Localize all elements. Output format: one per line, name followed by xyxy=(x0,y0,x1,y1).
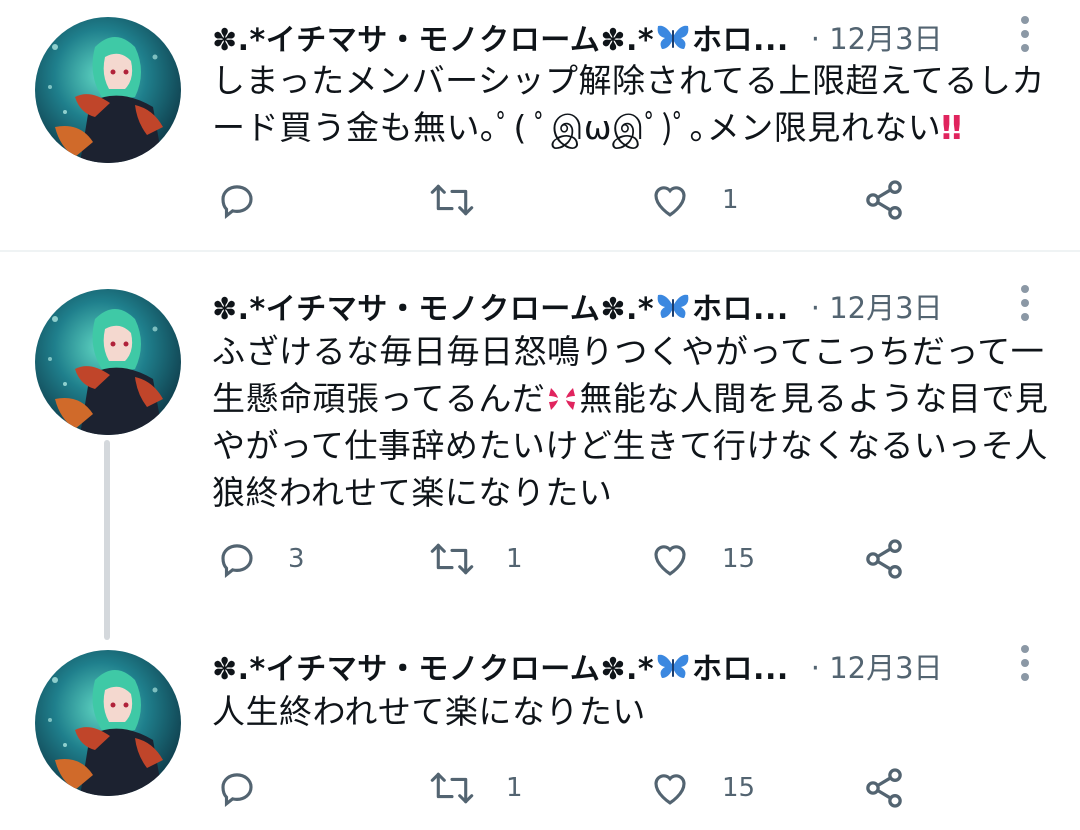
avatar[interactable] xyxy=(35,289,181,435)
tweet-text: しまったメンバーシップ解除されてる上限超えてるしカード買う金も無い｡ﾟ( ﾟஇω… xyxy=(212,61,1045,147)
tweet-header: ✽.*イチマサ・モノクローム✽.* ホロ... · 12月3日 xyxy=(212,641,1012,691)
display-name[interactable]: ✽.*イチマサ・モノクローム✽.* ホロ... xyxy=(212,15,789,59)
like-icon xyxy=(654,774,686,805)
timeline: ✽.*イチマサ・モノクローム✽.* ホロ... · 12月3日 しまったメンバー… xyxy=(0,0,1080,830)
reply-button[interactable] xyxy=(216,176,288,224)
double-exclamation-emoji: ‼ xyxy=(941,108,963,147)
anger-emoji-icon xyxy=(549,388,576,410)
avatar[interactable] xyxy=(35,650,181,796)
display-name[interactable]: ✽.*イチマサ・モノクローム✽.* ホロ... xyxy=(212,284,789,328)
butterfly-emoji-icon xyxy=(656,291,690,321)
avatar[interactable] xyxy=(35,17,181,163)
reply-icon xyxy=(221,544,253,579)
retweet-icon xyxy=(430,772,474,804)
tweet-header: ✽.*イチマサ・モノクローム✽.* ホロ... · 12月3日 xyxy=(212,12,1012,62)
like-icon xyxy=(654,186,686,217)
tweet-header: ✽.*イチマサ・モノクローム✽.* ホロ... · 12月3日 xyxy=(212,281,1012,331)
retweet-icon xyxy=(430,543,474,575)
retweet-button[interactable]: 1 xyxy=(428,764,523,812)
share-button[interactable] xyxy=(862,764,906,812)
reply-button[interactable] xyxy=(216,764,288,812)
tweet-date[interactable]: · 12月3日 xyxy=(811,285,943,327)
reply-icon xyxy=(221,185,253,220)
retweet-button[interactable] xyxy=(428,176,506,224)
butterfly-emoji-icon xyxy=(656,22,690,52)
tweet-date[interactable]: · 12月3日 xyxy=(811,645,943,687)
like-button[interactable]: 1 xyxy=(648,176,739,224)
like-button[interactable]: 15 xyxy=(648,535,755,583)
tweet-date[interactable]: · 12月3日 xyxy=(811,16,943,58)
retweet-button[interactable]: 1 xyxy=(428,535,523,583)
share-icon xyxy=(866,539,902,579)
butterfly-emoji-icon xyxy=(656,651,690,681)
more-icon[interactable] xyxy=(1015,281,1035,329)
share-icon xyxy=(866,768,902,808)
thread-line xyxy=(104,440,110,640)
display-name[interactable]: ✽.*イチマサ・モノクローム✽.* ホロ... xyxy=(212,644,789,688)
share-icon xyxy=(866,180,902,220)
reply-button[interactable]: 3 xyxy=(216,535,305,583)
more-icon[interactable] xyxy=(1015,641,1035,689)
tweet-text: 人生終われせて楽になりたい xyxy=(212,692,646,731)
reply-icon xyxy=(221,773,253,808)
divider xyxy=(0,250,1080,252)
like-button[interactable]: 15 xyxy=(648,764,755,812)
like-icon xyxy=(654,545,686,576)
share-button[interactable] xyxy=(862,535,906,583)
share-button[interactable] xyxy=(862,176,906,224)
more-icon[interactable] xyxy=(1015,12,1035,60)
retweet-icon xyxy=(430,184,474,216)
tweet-text: ふざけるな毎日毎日怒鳴りつくやがってこっちだって一生懸命頑張ってるんだ 無能な人間… xyxy=(212,332,1049,512)
